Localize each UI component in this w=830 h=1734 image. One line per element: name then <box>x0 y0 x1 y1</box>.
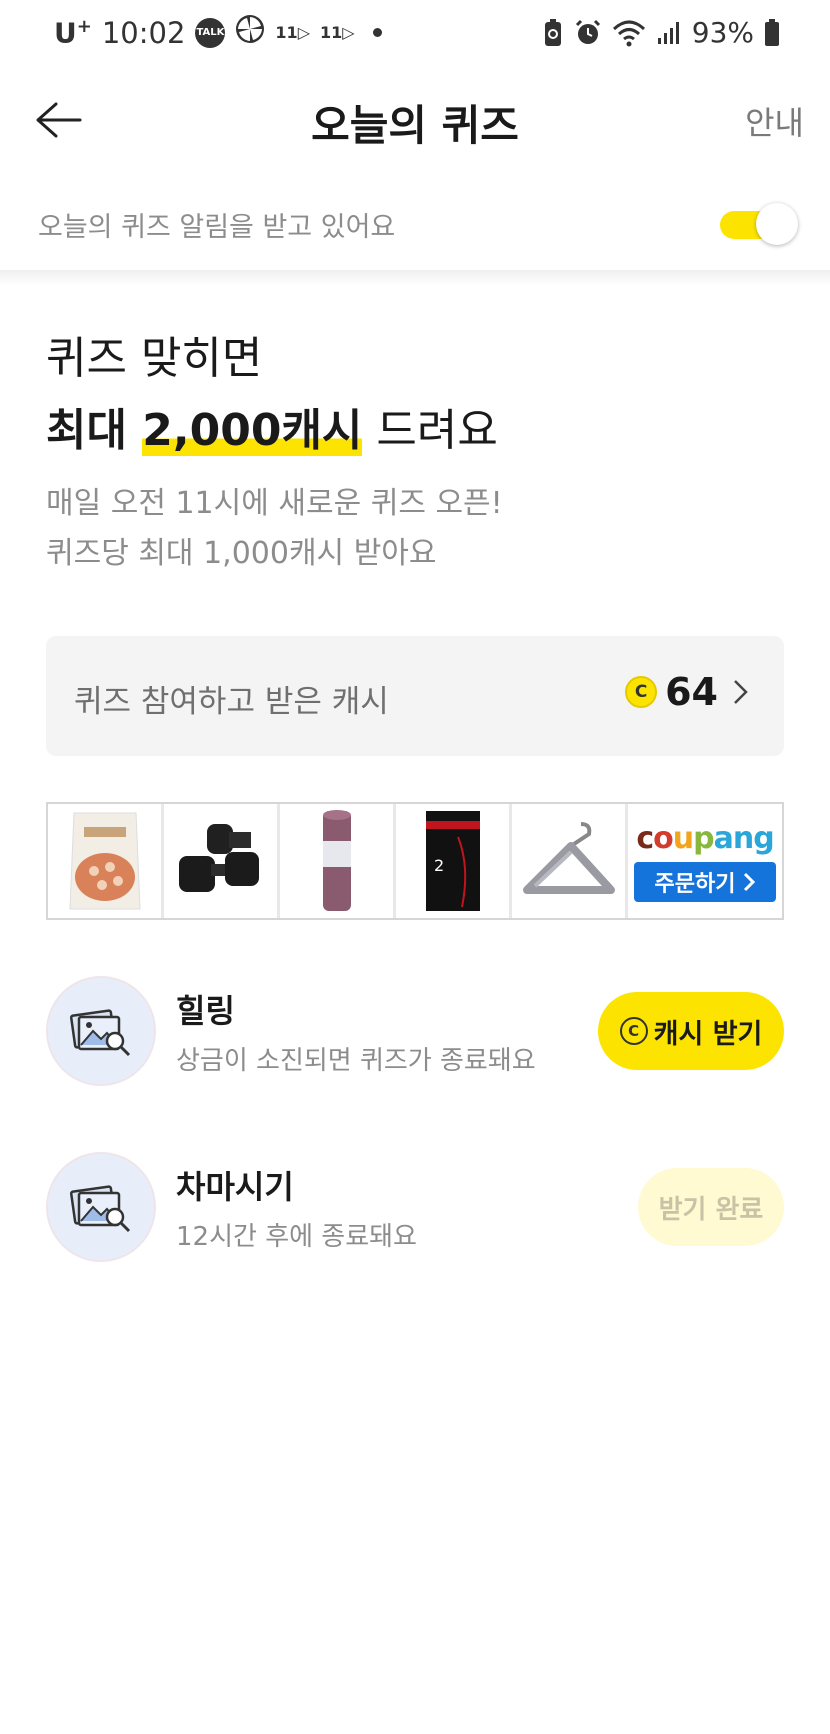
eleven-street-icon: 11▷ <box>275 23 310 42</box>
cash-coin-icon: C <box>619 1017 648 1045</box>
pinwheel-icon <box>235 14 265 51</box>
app-header: 오늘의 퀴즈 안내 <box>0 70 830 170</box>
ad-product-stockings[interactable]: 2 <box>396 804 512 918</box>
chevron-right-icon <box>744 872 756 891</box>
alarm-icon <box>574 19 602 47</box>
quiz-list-item[interactable]: 힐링 상금이 소진되면 퀴즈가 종료돼요 C 캐시 받기 <box>46 976 784 1088</box>
toggle-thumb <box>756 203 798 245</box>
wifi-icon <box>612 19 646 47</box>
yoga-mat-image <box>322 810 351 911</box>
ad-product-dumbbells[interactable] <box>164 804 280 918</box>
carrier-label: U+ <box>54 15 92 50</box>
ad-product-hangers[interactable] <box>512 804 628 918</box>
quiz-thumbnail <box>46 1152 156 1262</box>
hanger-image <box>522 822 615 894</box>
chevron-right-icon <box>734 680 748 704</box>
signal-icon <box>656 20 682 46</box>
hero-line-1: 퀴즈 맞히면 <box>46 333 263 384</box>
ad-product-almond-bag[interactable] <box>48 804 164 918</box>
battery-saver-icon <box>542 18 564 48</box>
hero-line-2: 최대 2,000캐시 드려요 <box>46 405 498 456</box>
svg-text:2: 2 <box>434 856 444 875</box>
quiz-description: 12시간 후에 종료돼요 <box>176 1222 417 1252</box>
highlight-reward: 2,000캐시 <box>142 405 363 456</box>
eleven-street-icon: 11▷ <box>320 23 355 42</box>
image-search-icon <box>69 1185 131 1233</box>
quiz-thumbnail <box>46 976 156 1086</box>
coupang-logo: coupang <box>636 820 774 856</box>
ad-product-yoga-mat[interactable] <box>280 804 396 918</box>
quiz-description: 상금이 소진되면 퀴즈가 종료돼요 <box>176 1046 536 1076</box>
stockings-image: 2 <box>425 811 480 911</box>
battery-icon <box>764 18 780 47</box>
earned-cash-label: 퀴즈 참여하고 받은 캐시 <box>74 684 389 720</box>
coupang-ad-banner[interactable]: 2 coupang 주문하기 <box>46 802 784 920</box>
status-time: 10:02 <box>101 15 186 50</box>
kakaotalk-icon: TALK <box>195 17 226 48</box>
order-button[interactable]: 주문하기 <box>634 861 776 902</box>
hero-subtext-1: 매일 오전 11시에 새로운 퀴즈 오픈! <box>46 486 503 521</box>
almond-bag-image <box>68 812 141 910</box>
status-bar: U+ 10:02 TALK 11▷ 11▷ 93% <box>0 0 830 70</box>
get-cash-button[interactable]: C 캐시 받기 <box>598 992 784 1070</box>
quiz-notification-row: 오늘의 퀴즈 알림을 받고 있어요 <box>0 185 830 270</box>
dumbbell-image <box>178 824 259 892</box>
earned-cash-value: 64 <box>665 670 718 714</box>
notification-toggle[interactable] <box>718 201 798 247</box>
more-notifications-dot-icon <box>372 28 382 37</box>
notification-label: 오늘의 퀴즈 알림을 받고 있어요 <box>38 212 396 243</box>
hero-subtext-2: 퀴즈당 최대 1,000캐시 받아요 <box>46 536 437 571</box>
coupang-order-cell[interactable]: coupang 주문하기 <box>628 804 782 918</box>
claim-complete-button: 받기 완료 <box>638 1168 784 1246</box>
quiz-title: 차마시기 <box>176 1168 294 1206</box>
order-button-label: 주문하기 <box>654 871 736 897</box>
quiz-list-item[interactable]: 차마시기 12시간 후에 종료돼요 받기 완료 <box>46 1152 784 1264</box>
quiz-title: 힐링 <box>176 992 235 1030</box>
battery-percent: 93% <box>691 16 754 49</box>
get-cash-label: 캐시 받기 <box>653 1018 763 1050</box>
image-search-icon <box>69 1009 131 1057</box>
earned-cash-card[interactable]: 퀴즈 참여하고 받은 캐시 C 64 <box>46 636 784 756</box>
page-title: 오늘의 퀴즈 <box>311 101 519 150</box>
guide-link[interactable]: 안내 <box>745 98 804 144</box>
section-divider <box>0 270 830 286</box>
cash-coin-icon: C <box>625 676 658 708</box>
